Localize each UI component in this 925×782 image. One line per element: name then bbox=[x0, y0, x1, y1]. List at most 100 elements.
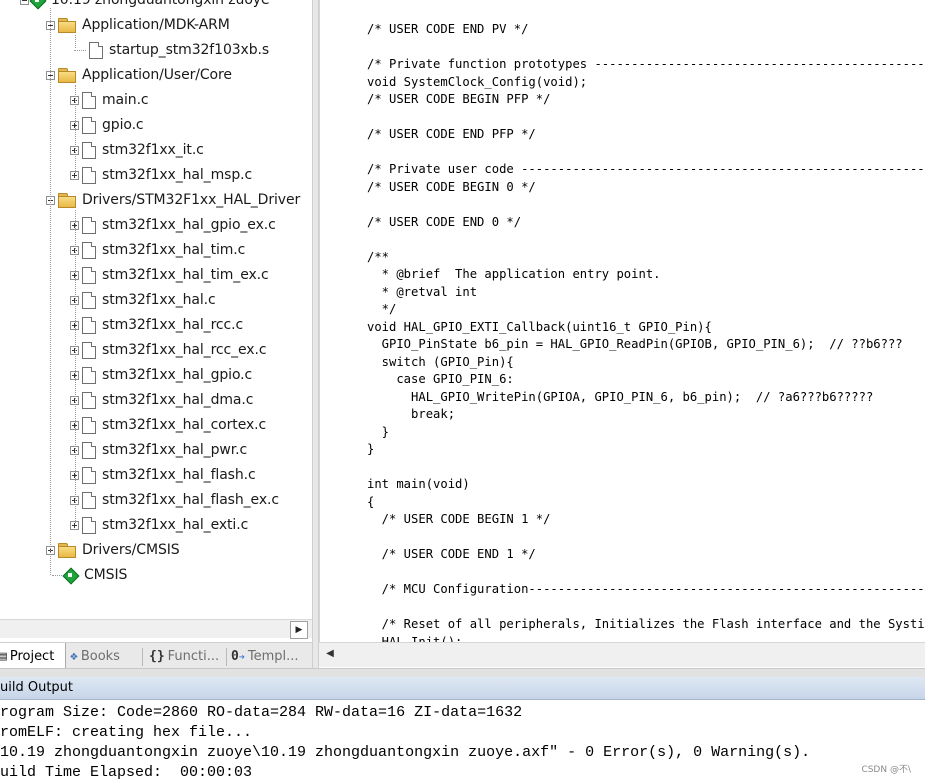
tree-file[interactable]: stm32f1xx_hal_gpio_ex.c bbox=[70, 215, 276, 235]
panel-splitter[interactable] bbox=[312, 0, 319, 668]
tab-project[interactable]: ▤ Project bbox=[0, 643, 66, 671]
code-line: HAL_GPIO_WritePin(GPIOA, GPIO_PIN_6, b6_… bbox=[367, 389, 874, 404]
tree-root-label: 10.19 zhongduantongxin zuoye bbox=[51, 0, 270, 8]
tree-guide-line bbox=[75, 35, 76, 48]
tree-group[interactable]: Application/MDK-ARM bbox=[46, 15, 230, 35]
tree-file[interactable]: main.c bbox=[70, 90, 149, 110]
folder-icon bbox=[58, 18, 76, 33]
file-icon bbox=[82, 141, 96, 159]
tree-horizontal-scrollbar[interactable]: ▶ bbox=[0, 619, 312, 639]
file-icon bbox=[82, 341, 96, 359]
tree-file[interactable]: stm32f1xx_hal_tim.c bbox=[70, 240, 245, 260]
build-output-line: romELF: creating hex file... bbox=[0, 724, 253, 741]
tree-file[interactable]: stm32f1xx_hal_dma.c bbox=[70, 390, 253, 410]
code-line: /* USER CODE BEGIN PFP */ bbox=[367, 92, 551, 106]
tree-file[interactable]: stm32f1xx_hal_gpio.c bbox=[70, 365, 252, 385]
file-icon bbox=[82, 266, 96, 284]
tree-group[interactable]: Drivers/STM32F1xx_HAL_Driver bbox=[46, 190, 300, 210]
tree-root[interactable]: 10.19 zhongduantongxin zuoye bbox=[20, 0, 270, 10]
scroll-left-arrow-icon[interactable]: ◀ bbox=[323, 647, 337, 661]
code-text[interactable]: /* USER CODE END PV */ /* Private functio… bbox=[367, 21, 925, 642]
file-icon bbox=[82, 91, 96, 109]
tree-file[interactable]: stm32f1xx_hal_exti.c bbox=[70, 515, 248, 535]
project-tree-panel: 10.19 zhongduantongxin zuoye Application/… bbox=[0, 0, 314, 642]
editor-horizontal-scrollbar[interactable]: ◀ bbox=[319, 642, 925, 667]
tree-file-label: stm32f1xx_hal_tim_ex.c bbox=[102, 267, 269, 283]
templates-icon: 0➔ bbox=[231, 649, 245, 664]
tree-file-label: stm32f1xx_it.c bbox=[102, 142, 204, 158]
code-line: /* Reset of all peripherals, Initializes… bbox=[367, 617, 925, 631]
file-icon bbox=[82, 416, 96, 434]
tree-file-label: stm32f1xx_hal_flash.c bbox=[102, 467, 256, 483]
build-output-line: uild Time Elapsed: 00:00:03 bbox=[0, 764, 253, 781]
build-output-line: rogram Size: Code=2860 RO-data=284 RW-da… bbox=[0, 704, 523, 721]
file-icon bbox=[82, 216, 96, 234]
editor-gutter bbox=[319, 0, 363, 642]
tree-file[interactable]: stm32f1xx_it.c bbox=[70, 140, 204, 160]
build-output-line: 10.19 zhongduantongxin zuoye\10.19 zhong… bbox=[0, 744, 811, 761]
build-output-title: uild Output bbox=[0, 680, 74, 695]
tree-connector bbox=[74, 49, 86, 51]
code-line: /* Private user code -------------------… bbox=[367, 162, 925, 176]
file-icon bbox=[82, 241, 96, 259]
books-icon: ❖ bbox=[70, 649, 78, 664]
tree-file-label: stm32f1xx_hal_dma.c bbox=[102, 392, 254, 408]
tree-file[interactable]: stm32f1xx_hal_rcc.c bbox=[70, 315, 243, 335]
code-line: * @retval int bbox=[367, 284, 478, 299]
code-line: GPIO_PinState b6_pin = HAL_GPIO_ReadPin(… bbox=[367, 337, 903, 351]
code-editor[interactable]: /* USER CODE END PV */ /* Private functio… bbox=[319, 0, 925, 642]
tree-group-label: Drivers/CMSIS bbox=[82, 542, 180, 558]
build-output-pane[interactable]: rogram Size: Code=2860 RO-data=284 RW-da… bbox=[0, 700, 925, 782]
tree-guide-line bbox=[75, 210, 76, 523]
code-line: { bbox=[367, 494, 375, 509]
tab-books[interactable]: ❖ Books bbox=[70, 643, 140, 670]
tree-file[interactable]: stm32f1xx_hal_tim_ex.c bbox=[70, 265, 269, 285]
tab-functions[interactable]: {} Functi... bbox=[149, 643, 227, 670]
scroll-right-arrow-icon[interactable]: ▶ bbox=[290, 621, 308, 639]
tree-group-label: Application/User/Core bbox=[82, 67, 232, 83]
file-icon bbox=[82, 316, 96, 334]
tree-file[interactable]: stm32f1xx_hal_pwr.c bbox=[70, 440, 247, 460]
code-line: /* USER CODE BEGIN 0 */ bbox=[367, 179, 536, 194]
file-icon bbox=[82, 291, 96, 309]
tree-file[interactable]: stm32f1xx_hal_msp.c bbox=[70, 165, 252, 185]
tree-file[interactable]: startup_stm32f103xb.s bbox=[74, 40, 269, 60]
code-line: /* Private function prototypes ---------… bbox=[367, 57, 925, 71]
tree-file[interactable]: stm32f1xx_hal_flash_ex.c bbox=[70, 490, 279, 510]
code-line: HAL_Init(); bbox=[367, 634, 463, 643]
build-output-header: uild Output bbox=[0, 677, 925, 700]
file-icon bbox=[82, 366, 96, 384]
code-line: /* MCU Configuration--------------------… bbox=[367, 582, 925, 596]
functions-icon: {} bbox=[149, 649, 165, 664]
tree-file[interactable]: stm32f1xx_hal_cortex.c bbox=[70, 415, 266, 435]
tree-file[interactable]: gpio.c bbox=[70, 115, 144, 135]
tree-group[interactable]: Drivers/CMSIS bbox=[46, 540, 180, 560]
file-icon bbox=[82, 391, 96, 409]
file-icon bbox=[82, 466, 96, 484]
tree-file[interactable]: stm32f1xx_hal_rcc_ex.c bbox=[70, 340, 267, 360]
code-line: break; bbox=[367, 407, 456, 421]
tree-file[interactable]: stm32f1xx_hal.c bbox=[70, 290, 216, 310]
folder-icon bbox=[58, 193, 76, 208]
tree-file-label: stm32f1xx_hal_tim.c bbox=[102, 242, 246, 258]
tree-connector bbox=[52, 574, 62, 576]
tree-file-label: stm32f1xx_hal_pwr.c bbox=[102, 442, 248, 458]
code-line: /* USER CODE END PFP */ bbox=[367, 127, 536, 141]
code-line: /* USER CODE END 0 */ bbox=[367, 214, 522, 229]
code-line: /* USER CODE END 1 */ bbox=[367, 547, 536, 561]
target-icon bbox=[29, 0, 45, 8]
collapse-icon[interactable] bbox=[20, 0, 29, 5]
code-line: case GPIO_PIN_6: bbox=[367, 372, 514, 386]
component-icon bbox=[62, 567, 78, 583]
tree-group[interactable]: Application/User/Core bbox=[46, 65, 232, 85]
tree-component[interactable]: CMSIS bbox=[52, 565, 127, 585]
tree-file-label: stm32f1xx_hal_gpio_ex.c bbox=[102, 217, 276, 233]
tree-file[interactable]: stm32f1xx_hal_flash.c bbox=[70, 465, 256, 485]
tab-templates[interactable]: 0➔ Templ... bbox=[231, 643, 311, 670]
